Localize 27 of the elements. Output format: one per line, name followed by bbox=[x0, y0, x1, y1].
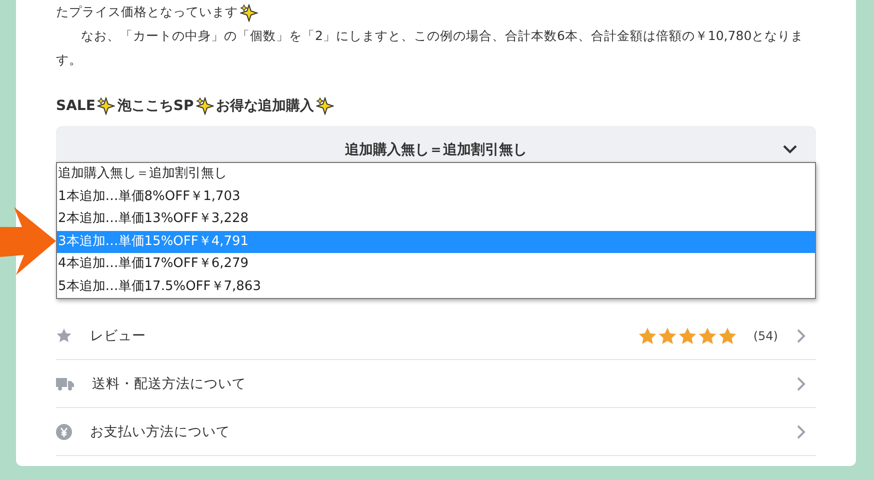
chevron-down-icon bbox=[782, 143, 798, 155]
link-label[interactable]: レビュー bbox=[90, 326, 638, 344]
chevron-right-icon bbox=[796, 328, 806, 344]
chevron-right-icon bbox=[796, 376, 806, 392]
star-icon bbox=[56, 328, 72, 343]
dropdown-option[interactable]: 2本追加…単価13%OFF￥3,228 bbox=[57, 208, 815, 230]
truck-icon bbox=[56, 376, 74, 390]
section-heading: SALE bbox=[56, 98, 96, 114]
paragraph-text: たプライス価格となっています bbox=[56, 0, 816, 24]
star-icon bbox=[658, 326, 678, 344]
arrow-drawing bbox=[0, 205, 58, 277]
dropdown-option[interactable]: 1本追加…単価8%OFF￥1,703 bbox=[57, 186, 815, 208]
paragraph-text: なお、「カートの中身」の「個数」を「2」にしますと、この例の場合、合計本数6本、合計金額は倍額の￥10,780となります。 bbox=[56, 27, 805, 69]
chevron-right-icon bbox=[796, 424, 806, 440]
star-icon bbox=[638, 326, 658, 344]
dropdown-option[interactable]: 4本追加…単価17%OFF￥6,279 bbox=[57, 253, 815, 276]
dropdown-option[interactable]: 5本追加…単価17.5%OFF￥7,863 bbox=[57, 276, 815, 298]
star-icon bbox=[698, 326, 718, 344]
section-heading: お得な追加購入 bbox=[216, 97, 314, 115]
link-label[interactable]: 送料・配送方法について bbox=[92, 374, 796, 392]
review-count: (54) bbox=[753, 328, 778, 342]
dropdown-option[interactable]: 追加購入無し＝追加割引無し bbox=[57, 163, 815, 186]
star-icon bbox=[718, 326, 738, 344]
star-icon bbox=[678, 326, 698, 344]
section-heading: 泡ここちSP bbox=[117, 97, 194, 115]
yen-icon bbox=[56, 424, 72, 440]
link-label[interactable]: お支払い方法について bbox=[90, 422, 796, 440]
